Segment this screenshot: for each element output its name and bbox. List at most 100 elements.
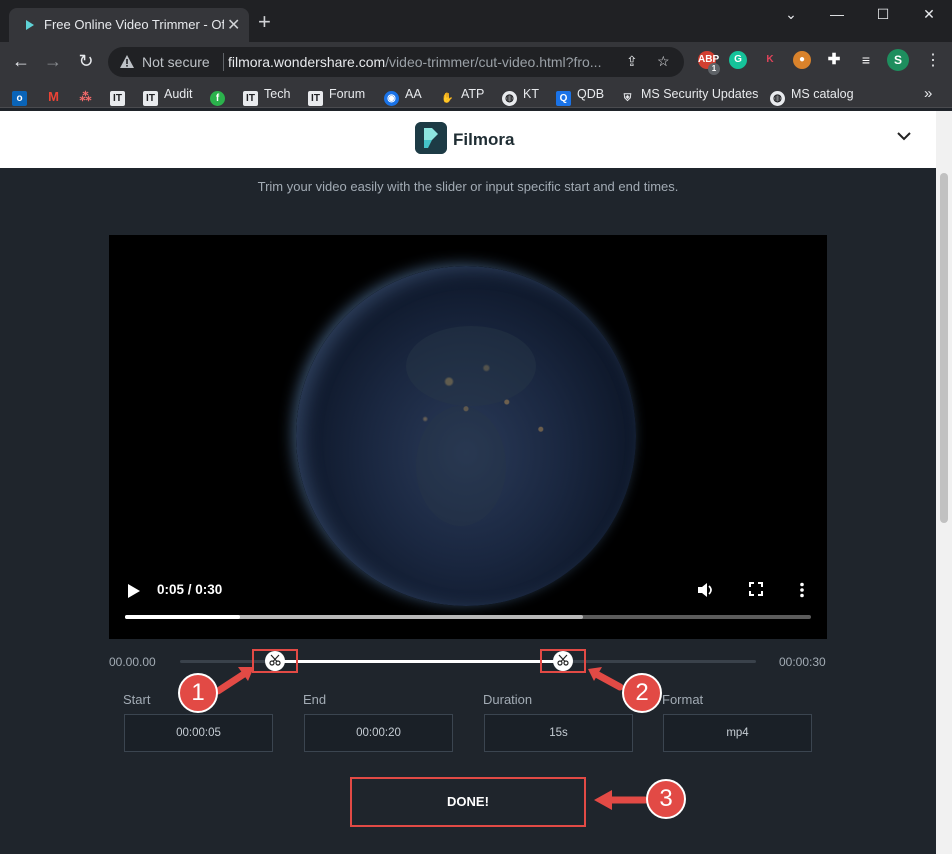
tab-title: Free Online Video Trimmer - Offe [44, 17, 224, 32]
profile-avatar[interactable]: S [887, 49, 909, 71]
video-progress-bar[interactable] [125, 615, 811, 619]
bookmark-forum[interactable]: IT Forum [308, 85, 366, 106]
browser-window: Free Online Video Trimmer - Offe ✕ + ⌄ —… [0, 0, 952, 854]
arrow-1-shaft [214, 670, 248, 695]
minimize-button[interactable]: — [822, 6, 852, 26]
bookmark-label: Tech [264, 87, 291, 101]
bookmark-it[interactable]: IT [110, 85, 131, 106]
page-scrollbar[interactable] [936, 111, 952, 854]
url-separator [223, 53, 224, 71]
gmail-icon: M [48, 89, 59, 104]
globe-icon: ◍ [502, 91, 517, 106]
bookmark-ms-catalog[interactable]: ◍ MS catalog [770, 85, 854, 106]
address-bar[interactable]: Not secure filmora.wondershare.com/video… [108, 47, 684, 77]
it-icon: IT [110, 91, 125, 106]
maximize-button[interactable]: ☐ [868, 6, 898, 26]
bookmark-ms-security[interactable]: ⛨ MS Security Updates [620, 85, 759, 104]
monkey-extension-icon[interactable]: ● [793, 51, 811, 69]
browser-toolbar: ← → ↻ Not secure filmora.wondershare.com… [0, 42, 952, 80]
close-window-button[interactable]: ✕ [914, 6, 944, 26]
continent-shape [416, 406, 506, 526]
format-label: Format [662, 692, 704, 707]
bookmark-gmail[interactable]: M [46, 85, 67, 104]
chevron-down-icon[interactable] [896, 131, 912, 141]
eye-icon: ◉ [384, 91, 399, 106]
arrow-2-shaft [594, 671, 624, 691]
site-header: Filmora [0, 111, 936, 168]
duration-field: 15s [484, 714, 633, 752]
bookmark-label: MS catalog [791, 87, 854, 101]
hand-icon: ✋ [441, 93, 454, 104]
browser-menu-icon[interactable]: ⋮ [922, 50, 944, 72]
browser-tab[interactable]: Free Online Video Trimmer - Offe ✕ [9, 8, 249, 42]
bookmark-feedly[interactable]: f [210, 85, 231, 106]
filmora-favicon-icon [23, 18, 37, 32]
reading-list-icon[interactable]: ≡ [857, 51, 875, 69]
fullscreen-icon[interactable] [749, 582, 763, 596]
brand-name[interactable]: Filmora [453, 130, 514, 150]
back-arrow-icon[interactable]: ← [10, 50, 32, 72]
bookmark-audit[interactable]: IT Audit [143, 85, 193, 106]
bookmark-label: QDB [577, 87, 605, 101]
callout-1: 1 [178, 673, 218, 713]
scissors-icon [269, 654, 281, 666]
url-text[interactable]: filmora.wondershare.com/video-trimmer/cu… [228, 54, 608, 70]
bookmark-label: ATP [461, 87, 485, 101]
scissors-icon [557, 654, 569, 666]
timeline-start-time: 00.00.00 [109, 655, 156, 669]
more-bookmarks-button[interactable]: » [924, 85, 932, 103]
forward-arrow-icon[interactable]: → [42, 50, 64, 72]
bookmark-label: KT [523, 87, 539, 101]
reload-icon[interactable]: ↻ [75, 50, 97, 72]
asana-icon: ⁂ [79, 90, 92, 104]
bookmark-aa[interactable]: ◉ AA [384, 85, 422, 106]
security-label[interactable]: Not secure [142, 54, 210, 70]
arrow-3-head [594, 790, 612, 810]
bookmark-label: Audit [164, 87, 193, 101]
arrow-2-head [588, 667, 602, 681]
bookmark-asana[interactable]: ⁂ [78, 85, 99, 104]
grammarly-extension-icon[interactable]: G [729, 51, 747, 69]
adblock-badge: 1 [708, 63, 720, 75]
play-icon[interactable] [127, 583, 141, 599]
continent-shape [406, 326, 536, 406]
tab-close-icon[interactable]: ✕ [227, 15, 240, 35]
new-tab-button[interactable]: + [258, 11, 271, 33]
bookmark-star-icon[interactable]: ☆ [657, 53, 670, 70]
warning-icon [120, 55, 134, 68]
end-label: End [303, 692, 327, 707]
bookmark-label: MS Security Updates [641, 87, 759, 101]
video-time: 0:05 / 0:30 [157, 582, 223, 597]
trim-end-handle[interactable] [553, 651, 573, 671]
scrollbar-thumb[interactable] [940, 173, 948, 523]
format-select[interactable]: mp4 [663, 714, 812, 752]
bookmark-label: Forum [329, 87, 366, 101]
done-button[interactable]: DONE! [350, 777, 586, 827]
callout-3: 3 [646, 779, 686, 819]
bookmark-kt[interactable]: ◍ KT [502, 85, 539, 106]
timeline-end-time: 00:00:30 [779, 655, 826, 669]
bookmark-qdb[interactable]: Q QDB [556, 85, 605, 106]
tab-search-icon[interactable]: ⌄ [776, 6, 806, 26]
k-extension-icon[interactable]: K [761, 51, 779, 69]
duration-label: Duration [483, 692, 533, 707]
callout-2: 2 [622, 673, 662, 713]
more-options-icon[interactable] [799, 582, 805, 598]
volume-icon[interactable] [697, 582, 715, 598]
url-host: filmora.wondershare.com [228, 54, 386, 70]
video-player[interactable]: 0:05 / 0:30 [109, 235, 827, 639]
bookmark-tech[interactable]: IT Tech [243, 85, 291, 106]
it-icon: IT [243, 91, 258, 106]
end-time-field[interactable]: 00:00:20 [304, 714, 453, 752]
shield-icon: ⛨ [623, 93, 632, 104]
bookmark-outlook[interactable]: o [12, 85, 33, 106]
filmora-logo-icon[interactable] [415, 122, 447, 154]
start-time-field[interactable]: 00:00:05 [124, 714, 273, 752]
trim-start-handle[interactable] [265, 651, 285, 671]
share-icon[interactable]: ⇪ [626, 53, 638, 70]
bookmark-atp[interactable]: ✋ ATP [440, 85, 485, 104]
bookmark-label: AA [405, 87, 422, 101]
video-played-fill [125, 615, 240, 619]
earth-video-frame [296, 266, 636, 606]
extensions-puzzle-icon[interactable]: ✚ [825, 51, 843, 69]
